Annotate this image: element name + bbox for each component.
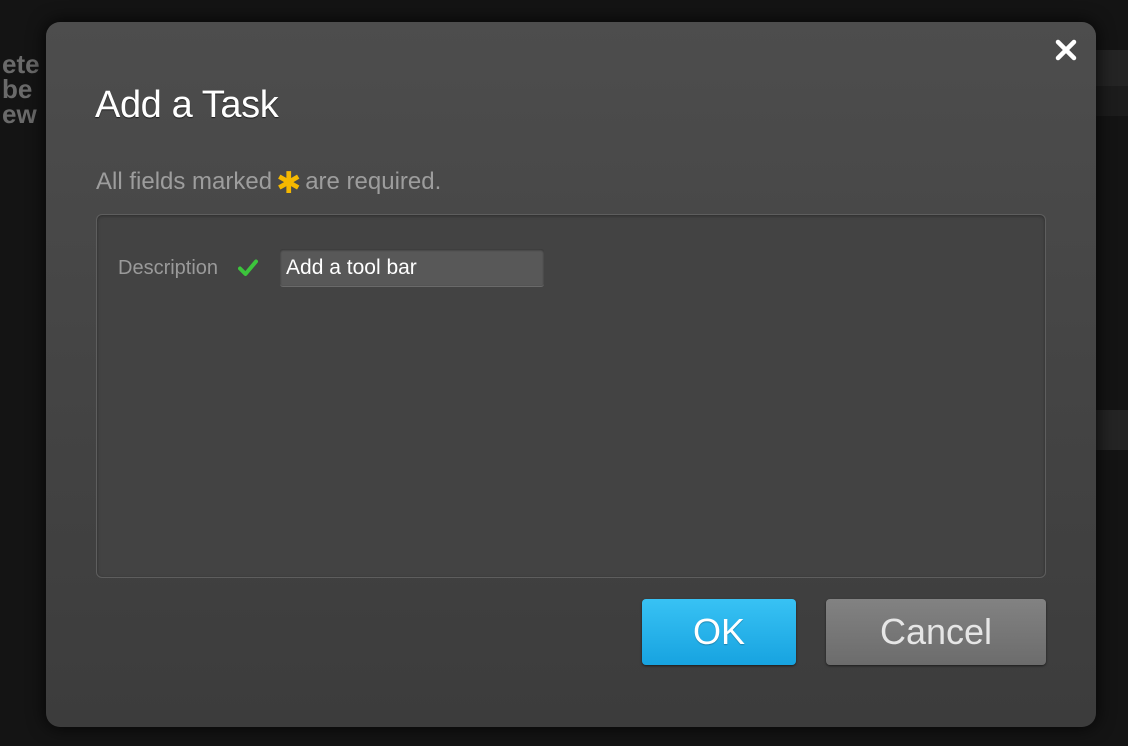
cancel-button[interactable]: Cancel <box>826 599 1046 665</box>
dialog-title: Add a Task <box>95 84 279 126</box>
add-task-dialog: Add a Task All fields marked ✱ are requi… <box>46 22 1096 727</box>
ok-button[interactable]: OK <box>642 599 796 665</box>
description-label: Description <box>118 256 219 279</box>
close-button[interactable] <box>1050 34 1082 66</box>
required-marker-icon: ✱ <box>276 167 302 200</box>
form-panel: Description <box>96 214 1046 578</box>
close-icon <box>1055 39 1077 61</box>
check-icon <box>238 259 259 276</box>
description-field-row: Description <box>118 249 545 287</box>
required-note-suffix: are required. <box>305 167 442 195</box>
description-input[interactable] <box>280 249 545 287</box>
background-partial-text: ete be ew <box>2 49 40 129</box>
required-note: All fields marked ✱ are required. <box>96 164 442 200</box>
required-note-prefix: All fields marked <box>96 167 273 195</box>
